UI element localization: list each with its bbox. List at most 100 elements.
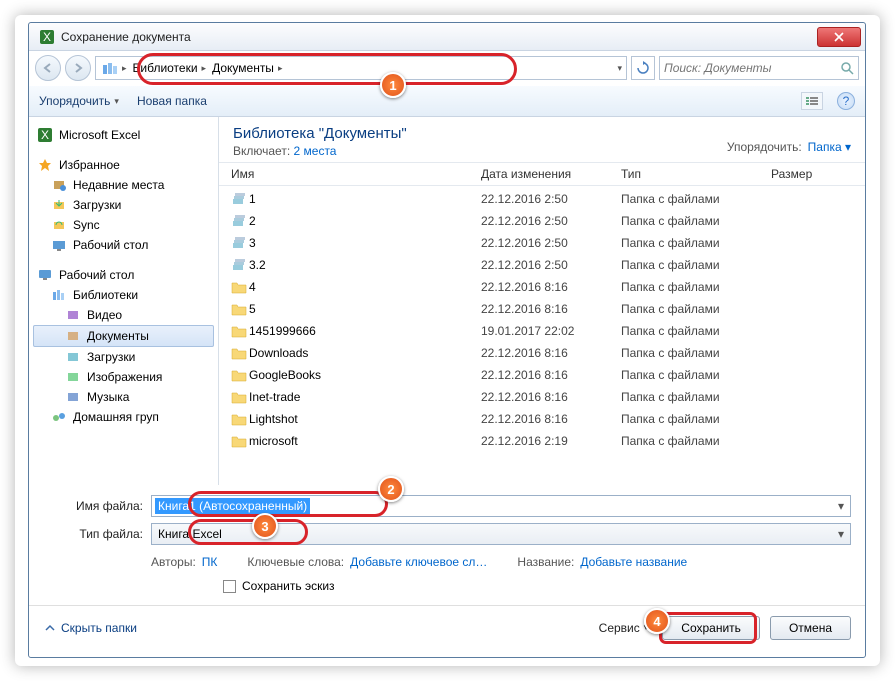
save-thumbnail-checkbox[interactable] <box>223 580 236 593</box>
list-item[interactable]: microsoft22.12.2016 2:19Папка с файлами <box>231 430 853 452</box>
breadcrumb-libraries[interactable]: Библиотеки▸ <box>131 61 209 75</box>
window-title: Сохранение документа <box>61 30 191 44</box>
tools-menu[interactable]: Сервис▾ <box>599 621 649 635</box>
authors-value[interactable]: ПК <box>202 555 218 569</box>
title-meta-value[interactable]: Добавьте название <box>580 555 687 569</box>
list-item[interactable]: 222.12.2016 2:50Папка с файлами <box>231 210 853 232</box>
sort-label: Упорядочить: <box>727 140 802 154</box>
sidebar-favorites[interactable]: Избранное <box>33 155 214 175</box>
sidebar-fav-item[interactable]: Sync <box>33 215 214 235</box>
col-name[interactable]: Имя <box>231 167 481 181</box>
body: XMicrosoft Excel Избранное Недавние мест… <box>29 117 865 485</box>
list-item[interactable]: GoogleBooks22.12.2016 8:16Папка с файлам… <box>231 364 853 386</box>
search-input[interactable] <box>664 61 836 75</box>
col-date[interactable]: Дата изменения <box>481 167 621 181</box>
stack-icon <box>231 236 249 250</box>
help-button[interactable]: ? <box>837 92 855 110</box>
list-item[interactable]: 145199966619.01.2017 22:02Папка с файлам… <box>231 320 853 342</box>
filename-field[interactable]: Книга1 (Автосохраненный) ▾ <box>151 495 851 517</box>
sidebar-libraries[interactable]: Библиотеки <box>33 285 214 305</box>
includes-label: Включает: <box>233 144 290 158</box>
folder-icon <box>51 177 67 193</box>
list-item[interactable]: 422.12.2016 8:16Папка с файлами <box>231 276 853 298</box>
library-icon <box>65 369 81 385</box>
sidebar-excel[interactable]: XMicrosoft Excel <box>33 125 214 145</box>
chevron-down-icon[interactable]: ▾ <box>832 527 850 541</box>
folder-icon <box>51 197 67 213</box>
title-meta-label: Название: <box>517 555 574 569</box>
folder-icon <box>51 217 67 233</box>
filename-input[interactable]: Книга1 (Автосохраненный) <box>155 498 310 514</box>
sort-dropdown[interactable]: Папка ▾ <box>808 140 851 154</box>
view-mode-button[interactable] <box>801 92 823 110</box>
sidebar-fav-item[interactable]: Загрузки <box>33 195 214 215</box>
desktop-icon <box>37 267 53 283</box>
sidebar-lib-item[interactable]: Документы <box>33 325 214 347</box>
folder-icon <box>231 302 249 316</box>
new-folder-button[interactable]: Новая папка <box>137 94 207 108</box>
sidebar-lib-item[interactable]: Музыка <box>33 387 214 407</box>
list-item[interactable]: Inet-trade22.12.2016 8:16Папка с файлами <box>231 386 853 408</box>
stack-icon <box>231 192 249 206</box>
col-type[interactable]: Тип <box>621 167 771 181</box>
libraries-icon <box>51 287 67 303</box>
list-item[interactable]: 522.12.2016 8:16Папка с файлами <box>231 298 853 320</box>
library-title: Библиотека "Документы" <box>233 125 407 142</box>
breadcrumb-documents[interactable]: Документы▸ <box>210 61 284 75</box>
stack-icon <box>231 258 249 272</box>
sidebar-desktop[interactable]: Рабочий стол <box>33 265 214 285</box>
keywords-value[interactable]: Добавьте ключевое сл… <box>350 555 487 569</box>
callout-badge-4: 4 <box>644 608 670 634</box>
breadcrumb[interactable]: ▸ Библиотеки▸ Документы▸ ▾ <box>95 56 627 80</box>
sidebar-fav-item[interactable]: Недавние места <box>33 175 214 195</box>
library-icon <box>65 307 81 323</box>
list-item[interactable]: Lightshot22.12.2016 8:16Папка с файлами <box>231 408 853 430</box>
list-item[interactable]: 3.222.12.2016 2:50Папка с файлами <box>231 254 853 276</box>
main-panel: Библиотека "Документы" Включает: 2 места… <box>219 117 865 485</box>
callout-badge-3: 3 <box>252 513 278 539</box>
callout-badge-2: 2 <box>378 476 404 502</box>
sidebar-lib-item[interactable]: Видео <box>33 305 214 325</box>
search-box[interactable] <box>659 56 859 80</box>
keywords-label: Ключевые слова: <box>247 555 344 569</box>
chevron-down-icon[interactable]: ▾ <box>832 499 850 513</box>
library-icon <box>65 349 81 365</box>
breadcrumb-dropdown-icon[interactable]: ▾ <box>617 63 622 74</box>
save-dialog: X Сохранение документа ▸ Библиотеки▸ Док… <box>28 22 866 658</box>
save-thumbnail-label: Сохранить эскиз <box>242 579 335 593</box>
sidebar: XMicrosoft Excel Избранное Недавние мест… <box>29 117 219 485</box>
folder-icon <box>231 346 249 360</box>
nav-row: ▸ Библиотеки▸ Документы▸ ▾ <box>29 51 865 85</box>
sidebar-fav-item[interactable]: Рабочий стол <box>33 235 214 255</box>
forward-button[interactable] <box>65 55 91 81</box>
save-button[interactable]: Сохранить <box>662 616 760 640</box>
list-item[interactable]: 322.12.2016 2:50Папка с файлами <box>231 232 853 254</box>
organize-menu[interactable]: Упорядочить▾ <box>39 94 119 108</box>
back-button[interactable] <box>35 55 61 81</box>
folder-icon <box>231 280 249 294</box>
star-icon <box>37 157 53 173</box>
close-button[interactable] <box>817 27 861 47</box>
cancel-button[interactable]: Отмена <box>770 616 851 640</box>
includes-link[interactable]: 2 места <box>294 144 337 158</box>
toolbar: Упорядочить▾ Новая папка ? <box>29 85 865 117</box>
homegroup-icon <box>51 409 67 425</box>
col-size[interactable]: Размер <box>771 167 853 181</box>
sidebar-homegroup[interactable]: Домашняя груп <box>33 407 214 427</box>
filetype-value: Книга Excel <box>152 527 228 541</box>
hide-folders-button[interactable]: Скрыть папки <box>43 621 137 635</box>
library-icon <box>65 389 81 405</box>
sidebar-lib-item[interactable]: Изображения <box>33 367 214 387</box>
filename-label: Имя файла: <box>43 499 143 513</box>
list-item[interactable]: 122.12.2016 2:50Папка с файлами <box>231 188 853 210</box>
excel-icon: X <box>39 29 55 45</box>
save-form: Имя файла: Книга1 (Автосохраненный) ▾ Ти… <box>29 485 865 605</box>
column-headers[interactable]: Имя Дата изменения Тип Размер <box>219 162 865 186</box>
list-item[interactable]: Downloads22.12.2016 8:16Папка с файлами <box>231 342 853 364</box>
file-list: 122.12.2016 2:50Папка с файлами222.12.20… <box>219 186 865 485</box>
stack-icon <box>231 214 249 228</box>
svg-text:X: X <box>43 30 51 44</box>
callout-badge-1: 1 <box>380 72 406 98</box>
sidebar-lib-item[interactable]: Загрузки <box>33 347 214 367</box>
refresh-button[interactable] <box>631 56 655 80</box>
